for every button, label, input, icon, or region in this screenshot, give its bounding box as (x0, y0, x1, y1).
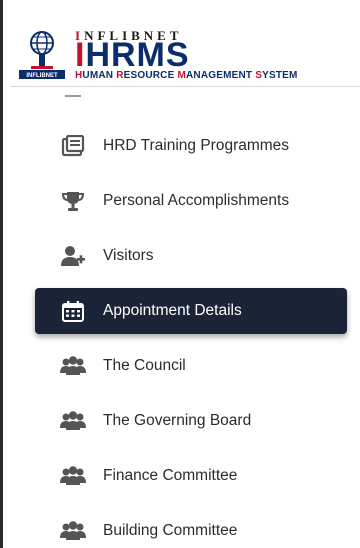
calendar-icon (51, 288, 95, 334)
menu-item-the-council[interactable]: The Council (35, 343, 347, 389)
header-divider (11, 86, 360, 87)
menu-item-label: Visitors (103, 247, 154, 264)
brand-tagline: HUMAN RESOURCE MANAGEMENT SYSTEM (75, 70, 298, 81)
menu-item-label: Appointment Details (103, 302, 242, 319)
menu-item-building-committee[interactable]: Building Committee (35, 508, 347, 548)
users-icon (51, 398, 95, 444)
inflibnet-logo: INFLIBNET (19, 31, 65, 79)
menu-item-label: Building Committee (103, 522, 238, 539)
logo-caption: INFLIBNET (26, 73, 58, 79)
app-header: INFLIBNET INFLIBNET IHRMS HUMAN RESOURCE… (11, 28, 360, 82)
menu-item-label: Finance Committee (103, 467, 238, 484)
tagline-initial: R (116, 70, 124, 81)
menu-item-personal-accomplishments[interactable]: Personal Accomplishments (35, 178, 347, 224)
menu-item-hrd-training-programmes[interactable]: HRD Training Programmes (35, 123, 347, 169)
menu-item-label: The Council (103, 357, 186, 374)
users-icon (51, 343, 95, 389)
menu-item-finance-committee[interactable]: Finance Committee (35, 453, 347, 499)
brand-app-initial: I (75, 36, 86, 74)
user-plus-icon (51, 233, 95, 279)
trophy-icon (51, 178, 95, 224)
brand-app-rest: HRMS (85, 36, 190, 74)
brand-app-name: IHRMS (75, 38, 190, 72)
menu-item-label: The Governing Board (103, 412, 252, 429)
menu-item-the-governing-board[interactable]: The Governing Board (35, 398, 347, 444)
menu-item-appointment-details[interactable]: Appointment Details (35, 288, 347, 334)
tagline-word: ESOURCE (123, 70, 178, 81)
tagline-word: YSTEM (262, 70, 298, 81)
menu-item-label: Personal Accomplishments (103, 192, 290, 209)
tagline-initial: M (177, 70, 186, 81)
users-icon (51, 453, 95, 499)
collapsed-item-stub (65, 95, 81, 97)
menu-item-label: HRD Training Programmes (103, 137, 290, 154)
users-icon (51, 508, 95, 548)
tagline-word: UMAN (82, 70, 117, 81)
sidebar-panel: INFLIBNET INFLIBNET IHRMS HUMAN RESOURCE… (0, 0, 360, 548)
list-doc-icon (51, 123, 95, 169)
menu-item-visitors[interactable]: Visitors (35, 233, 347, 279)
tagline-word: ANAGEMENT (186, 70, 256, 81)
